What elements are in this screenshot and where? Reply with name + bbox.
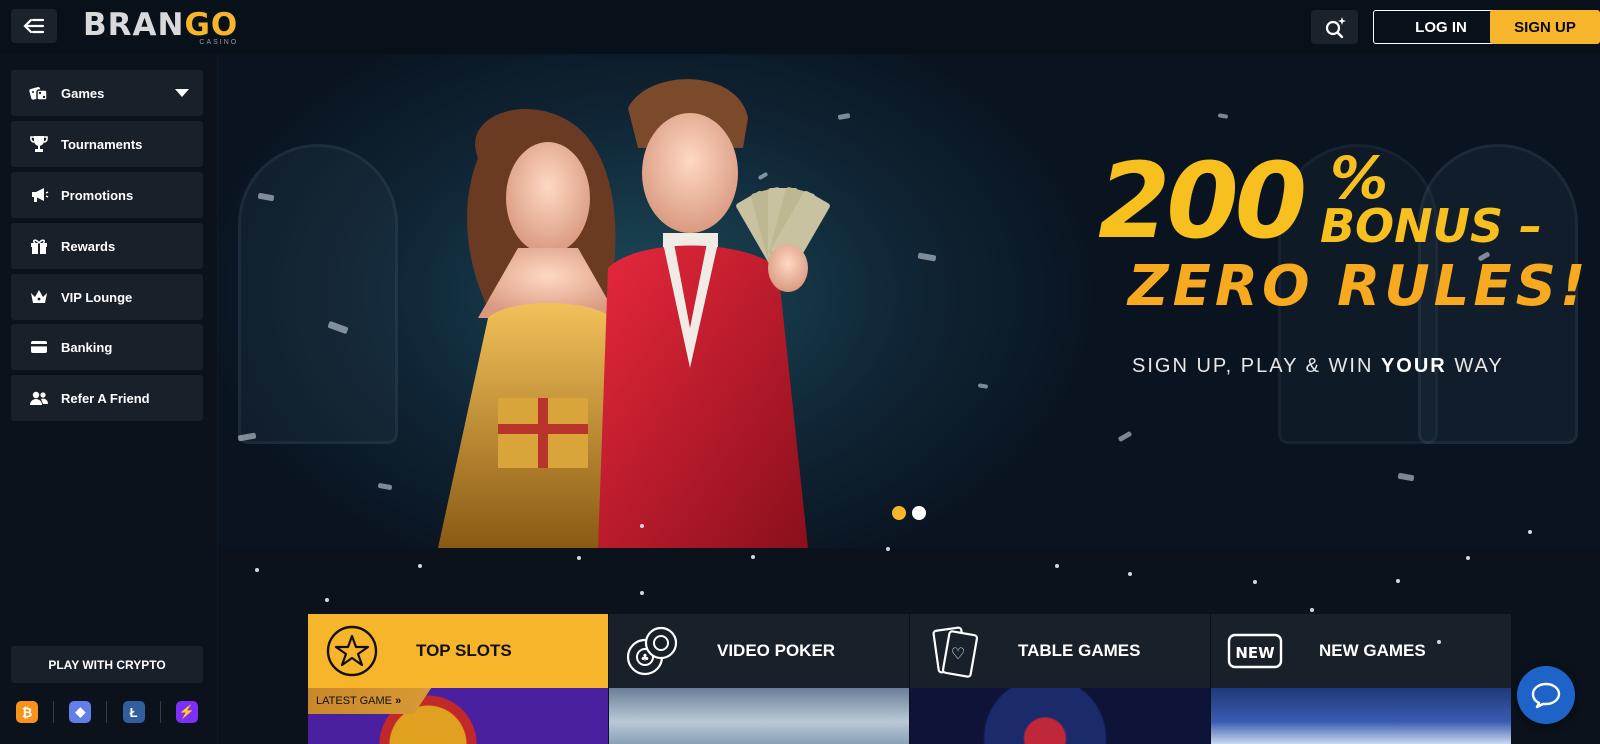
tab-video-poker[interactable]: ♣ VIDEO POKER: [609, 614, 910, 688]
play-with-crypto-banner[interactable]: PLAY WITH CRYPTO: [11, 646, 203, 683]
hero-zero-rules-text: ZERO RULES!: [1128, 254, 1590, 319]
svg-text:NEW: NEW: [1235, 644, 1275, 662]
logo-accent: GO: [184, 7, 239, 43]
new-badge-icon: NEW: [1227, 623, 1283, 679]
sidebar-item-label: Refer A Friend: [61, 390, 150, 406]
sidebar-item-games[interactable]: Games: [11, 70, 203, 116]
trophy-icon: [27, 132, 51, 156]
hero-illustration-couple: [438, 79, 830, 548]
snow-dot: [640, 524, 644, 528]
search-button[interactable]: [1311, 10, 1358, 44]
latest-game-badge: LATEST GAME »: [308, 688, 432, 714]
top-bar: BRANGO CASINO LOG IN SIGN UP: [0, 0, 1600, 54]
poker-chips-icon: ♣: [625, 623, 681, 679]
tab-new-games[interactable]: NEW NEW GAMES: [1211, 614, 1512, 688]
carousel-dots: [892, 506, 926, 520]
ethereum-icon[interactable]: ◆: [69, 701, 92, 723]
snow-flake: [1217, 113, 1229, 119]
sidebar-item-label: Tournaments: [61, 136, 143, 152]
sidebar-item-rewards[interactable]: Rewards: [11, 223, 203, 269]
snow-dot: [1310, 608, 1314, 612]
game-category-tabs: TOP SLOTS ♣ VIDEO POKER ♡ TABLE GAMES NE…: [308, 614, 1512, 688]
gift-icon: [27, 234, 51, 258]
snow-dot: [1466, 556, 1470, 560]
sidebar-item-promotions[interactable]: Promotions: [11, 172, 203, 218]
carousel-dot-active[interactable]: [892, 506, 906, 520]
background-slot-machine: [238, 144, 398, 444]
game-card[interactable]: [1211, 688, 1512, 744]
game-card[interactable]: LATEST GAME »: [308, 688, 609, 744]
litecoin-icon[interactable]: Ł: [122, 701, 145, 723]
divider: [106, 701, 108, 723]
users-icon: [27, 386, 51, 410]
menu-collapse-icon: [23, 18, 45, 34]
hero-subtitle: SIGN UP, PLAY & WIN YOUR WAY: [1132, 355, 1504, 377]
snow-flake: [1397, 472, 1415, 482]
tab-table-games[interactable]: ♡ TABLE GAMES: [910, 614, 1211, 688]
sidebar-item-label: Games: [61, 85, 105, 101]
login-button[interactable]: LOG IN: [1373, 10, 1509, 44]
snow-dot: [1396, 579, 1400, 583]
snow-flake: [917, 252, 937, 262]
snow-dot: [577, 556, 581, 560]
tab-label: VIDEO POKER: [717, 641, 836, 660]
signup-button[interactable]: SIGN UP: [1490, 10, 1600, 44]
live-chat-button[interactable]: [1517, 666, 1575, 724]
game-cards-row: LATEST GAME »: [308, 688, 1512, 744]
sidebar-item-label: Promotions: [61, 187, 134, 203]
svg-text:♡: ♡: [951, 644, 965, 663]
bitcoin-icon[interactable]: ₿: [16, 701, 38, 723]
crypto-icons-row: ₿ ◆ Ł ⚡: [11, 698, 203, 726]
chevron-down-icon[interactable]: [175, 89, 189, 97]
snow-dot: [640, 591, 644, 595]
star-icon: [324, 623, 380, 679]
snow-dot: [1055, 564, 1059, 568]
logo-main: BRAN: [83, 7, 185, 43]
sidebar-item-tournaments[interactable]: Tournaments: [11, 121, 203, 167]
snow-dot: [1528, 530, 1532, 534]
carousel-dot[interactable]: [912, 506, 926, 520]
sidebar-item-label: VIP Lounge: [61, 289, 133, 305]
snow-dot: [1128, 572, 1132, 576]
snow-dot: [1253, 580, 1257, 584]
playing-cards-icon: ♡: [926, 623, 982, 679]
hero-bonus-text: BONUS –: [1320, 199, 1543, 253]
snow-dot: [1437, 640, 1441, 644]
search-sparkle-icon: [1325, 17, 1346, 39]
snow-dot: [886, 547, 890, 551]
sidebar-item-banking[interactable]: Banking: [11, 324, 203, 370]
hero-banner[interactable]: 200 % BONUS – ZERO RULES! SIGN UP, PLAY …: [218, 54, 1600, 548]
sidebar-item-vip-lounge[interactable]: VIP Lounge: [11, 274, 203, 320]
tab-label: TABLE GAMES: [1018, 641, 1141, 660]
svg-text:♣: ♣: [641, 653, 650, 664]
snow-dot: [751, 555, 755, 559]
lightning-icon[interactable]: ⚡: [175, 701, 198, 723]
game-card[interactable]: [910, 688, 1211, 744]
brand-logo[interactable]: BRANGO CASINO: [83, 7, 239, 47]
sidebar-item-label: Banking: [61, 339, 113, 355]
divider: [53, 701, 55, 723]
snow-dot: [418, 564, 422, 568]
game-card[interactable]: [609, 688, 910, 744]
snow-flake: [977, 383, 989, 389]
snow-dot: [255, 568, 259, 572]
sidebar-item-refer-a-friend[interactable]: Refer A Friend: [11, 375, 203, 421]
dice-icon: [27, 81, 51, 105]
menu-toggle-button[interactable]: [11, 9, 57, 43]
logo-subtitle: CASINO: [199, 39, 239, 46]
chat-bubble-icon: [1531, 682, 1561, 709]
crown-icon: [27, 285, 51, 309]
tab-label: NEW GAMES: [1319, 641, 1426, 660]
divider: [159, 701, 161, 723]
sidebar: Games Tournaments Promotions Rewards VIP…: [0, 54, 218, 744]
tab-label: TOP SLOTS: [416, 641, 512, 660]
credit-card-icon: [27, 335, 51, 359]
snow-flake: [377, 482, 393, 491]
sidebar-item-label: Rewards: [61, 238, 116, 254]
snow-dot: [325, 598, 329, 602]
megaphone-icon: [27, 183, 51, 207]
snow-flake: [1117, 430, 1133, 443]
tab-top-slots[interactable]: TOP SLOTS: [308, 614, 609, 688]
hero-bonus-amount: 200: [1098, 140, 1307, 262]
